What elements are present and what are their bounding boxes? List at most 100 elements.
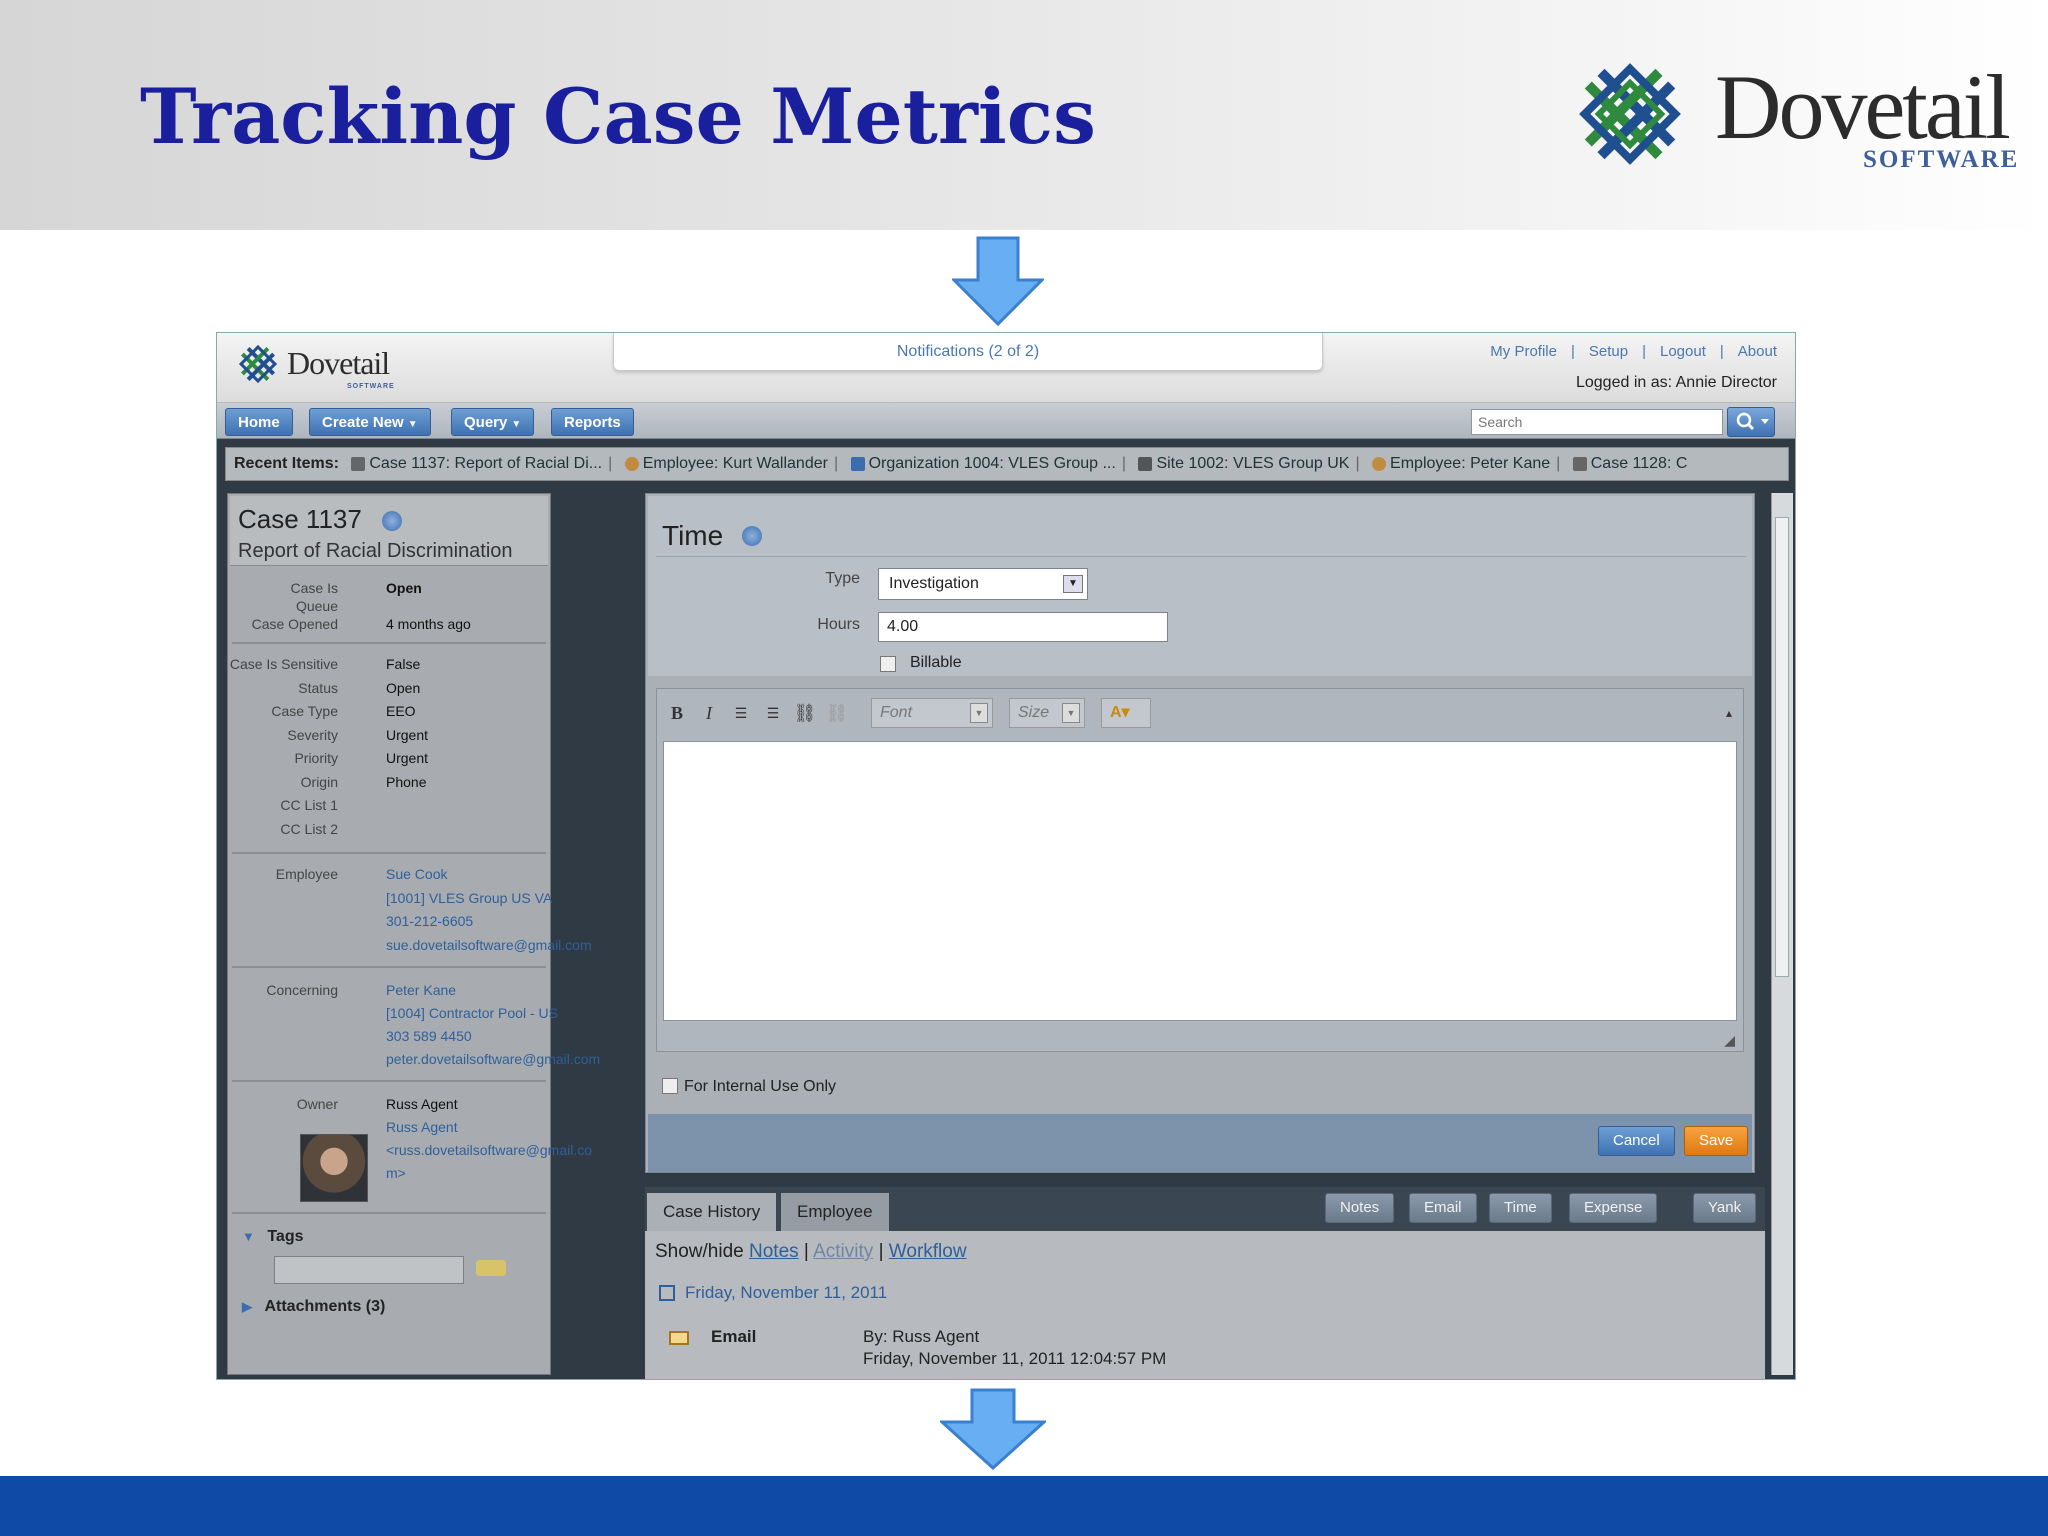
recent-item[interactable]: Employee: Kurt Wallander — [643, 455, 828, 472]
help-icon[interactable] — [742, 526, 762, 546]
history-date: Friday, November 11, 2011 — [685, 1283, 888, 1302]
app-logo-sub: SOFTWARE — [347, 383, 395, 390]
recent-item[interactable]: Case 1137: Report of Racial Di... — [369, 455, 602, 472]
yank-button[interactable]: Yank — [1693, 1193, 1757, 1223]
owner-email-end: m> — [386, 1165, 406, 1181]
chevron-down-icon: ▼ — [407, 419, 418, 430]
case-number: Case 1137 — [238, 504, 362, 534]
app-logo[interactable]: Dovetail SOFTWARE — [235, 341, 395, 391]
type-label: Type — [825, 570, 860, 587]
tag-add-icon[interactable] — [476, 1260, 506, 1276]
field-case-opened: Case Opened 4 months ago — [251, 616, 471, 632]
text-color-icon[interactable]: A▾ — [1101, 698, 1151, 728]
owner-link: Russ Agent — [386, 1119, 458, 1135]
search-button[interactable] — [1727, 407, 1775, 437]
nav-bar: Home Create New ▼ Query ▼ Reports Search — [217, 403, 1795, 439]
app-header: Dovetail SOFTWARE Notifications (2 of 2)… — [217, 333, 1795, 403]
recent-item[interactable]: Employee: Peter Kane — [1390, 455, 1550, 472]
notes-editor: B I ☰ ☰ ⛓ ⛓ Font ▼ Size ▼ A▾ ▴ ◢ — [656, 688, 1744, 1052]
link-icon[interactable]: ⛓ — [793, 701, 817, 725]
search-input[interactable]: Search — [1471, 409, 1723, 435]
notes-textarea[interactable] — [663, 741, 1737, 1021]
time-button[interactable]: Time — [1489, 1193, 1552, 1223]
tab-case-history[interactable]: Case History — [647, 1193, 777, 1231]
editor-toolbar: B I ☰ ☰ ⛓ ⛓ Font ▼ Size ▼ A▾ ▴ — [657, 689, 1743, 739]
down-arrow-icon — [952, 236, 1044, 326]
history-entry-author: By: Russ Agent — [863, 1327, 980, 1346]
logout-link[interactable]: Logout — [1660, 343, 1706, 360]
case-icon — [351, 456, 366, 471]
recent-item[interactable]: Organization 1004: VLES Group ... — [869, 455, 1116, 472]
reports-button[interactable]: Reports — [551, 408, 634, 436]
concerning-site: [1004] Contractor Pool - US — [386, 1005, 558, 1021]
internal-use-label: For Internal Use Only — [684, 1078, 837, 1095]
recent-item[interactable]: Case 1128: C — [1591, 455, 1688, 472]
collapse-icon[interactable] — [659, 1285, 675, 1301]
time-entry-panel: Time Type Investigation ▼ Hours 4.00 Bil… — [645, 493, 1755, 1173]
hours-input[interactable]: 4.00 — [878, 612, 1168, 642]
expense-button[interactable]: Expense — [1569, 1193, 1658, 1223]
filter-workflow-link[interactable]: Workflow — [889, 1241, 967, 1262]
chevron-down-icon: ▼ — [242, 1229, 255, 1244]
font-select[interactable]: Font ▼ — [871, 698, 993, 728]
recent-items-bar: Recent Items: Case 1137: Report of Racia… — [225, 447, 1789, 481]
recent-item[interactable]: Site 1002: VLES Group UK — [1156, 455, 1349, 472]
search-icon — [1736, 412, 1769, 431]
bold-icon[interactable]: B — [665, 701, 689, 725]
filter-activity-link[interactable]: Activity — [813, 1241, 873, 1262]
field-sensitive: Case Is Sensitive False — [229, 656, 421, 672]
internal-use-checkbox[interactable] — [662, 1078, 678, 1094]
tab-employee[interactable]: Employee — [781, 1193, 889, 1231]
bullet-list-icon[interactable]: ☰ — [761, 701, 785, 725]
tags-toggle[interactable]: ▼ Tags — [242, 1228, 303, 1246]
page-scrollbar[interactable] — [1771, 493, 1793, 1375]
save-button[interactable]: Save — [1684, 1126, 1749, 1156]
resize-handle-icon[interactable]: ◢ — [1724, 1032, 1735, 1049]
scrollbar-thumb[interactable] — [1775, 517, 1789, 977]
case-history-list: Show/hide Notes | Activity | Workflow Fr… — [645, 1231, 1765, 1379]
about-link[interactable]: About — [1738, 343, 1777, 360]
hours-label: Hours — [817, 616, 860, 633]
create-new-button[interactable]: Create New ▼ — [309, 408, 431, 436]
attachments-toggle[interactable]: ▶ Attachments (3) — [242, 1298, 385, 1316]
email-button[interactable]: Email — [1409, 1193, 1477, 1223]
slide-footer — [0, 1476, 2048, 1536]
history-tabs: Case History Employee Notes Email Time E… — [645, 1187, 1765, 1231]
query-button[interactable]: Query ▼ — [451, 408, 535, 436]
collapse-toolbar-icon[interactable]: ▴ — [1717, 701, 1741, 725]
unlink-icon[interactable]: ⛓ — [825, 701, 849, 725]
concerning-name-link[interactable]: Peter Kane — [386, 980, 456, 1000]
divider — [232, 1080, 546, 1082]
owner-block: Owner Russ Agent — [296, 1096, 458, 1112]
field-queue: Queue — [295, 598, 338, 614]
numbered-list-icon[interactable]: ☰ — [729, 701, 753, 725]
corp-logo: Dovetail SOFTWARE — [1565, 52, 2025, 182]
divider — [232, 966, 546, 968]
billable-checkbox[interactable] — [880, 656, 896, 672]
case-summary-panel: Case 1137 Report of Racial Discriminatio… — [227, 493, 601, 1375]
notes-button[interactable]: Notes — [1325, 1193, 1395, 1223]
home-button[interactable]: Home — [225, 408, 293, 436]
tags-input[interactable] — [274, 1256, 464, 1284]
size-select[interactable]: Size ▼ — [1009, 698, 1085, 728]
slide-header: Tracking Case Metrics Dovetail SOFTWARE — [0, 0, 2048, 230]
case-icon — [1572, 456, 1587, 471]
type-select[interactable]: Investigation ▼ — [878, 568, 1088, 600]
filter-notes-link[interactable]: Notes — [749, 1241, 799, 1262]
billable-label: Billable — [910, 654, 962, 671]
concerning-email: peter.dovetailsoftware@gmail.com — [386, 1051, 601, 1067]
my-profile-link[interactable]: My Profile — [1490, 343, 1557, 360]
employee-icon — [1372, 456, 1387, 471]
field-case-is: Case Is Open — [290, 580, 422, 596]
show-hide-filter: Show/hide Notes | Activity | Workflow — [655, 1241, 967, 1262]
app-logo-name: Dovetail — [287, 345, 390, 381]
help-icon[interactable] — [382, 511, 402, 531]
field-cc-list-2: CC List 2 — [280, 821, 338, 837]
employee-name-link[interactable]: Sue Cook — [386, 864, 447, 884]
setup-link[interactable]: Setup — [1589, 343, 1628, 360]
cancel-button[interactable]: Cancel — [1598, 1126, 1675, 1156]
notifications-bar[interactable]: Notifications (2 of 2) — [613, 333, 1323, 371]
italic-icon[interactable]: I — [697, 701, 721, 725]
top-links: My Profile | Setup | Logout | About — [1490, 343, 1777, 360]
chevron-down-icon: ▼ — [970, 703, 988, 723]
